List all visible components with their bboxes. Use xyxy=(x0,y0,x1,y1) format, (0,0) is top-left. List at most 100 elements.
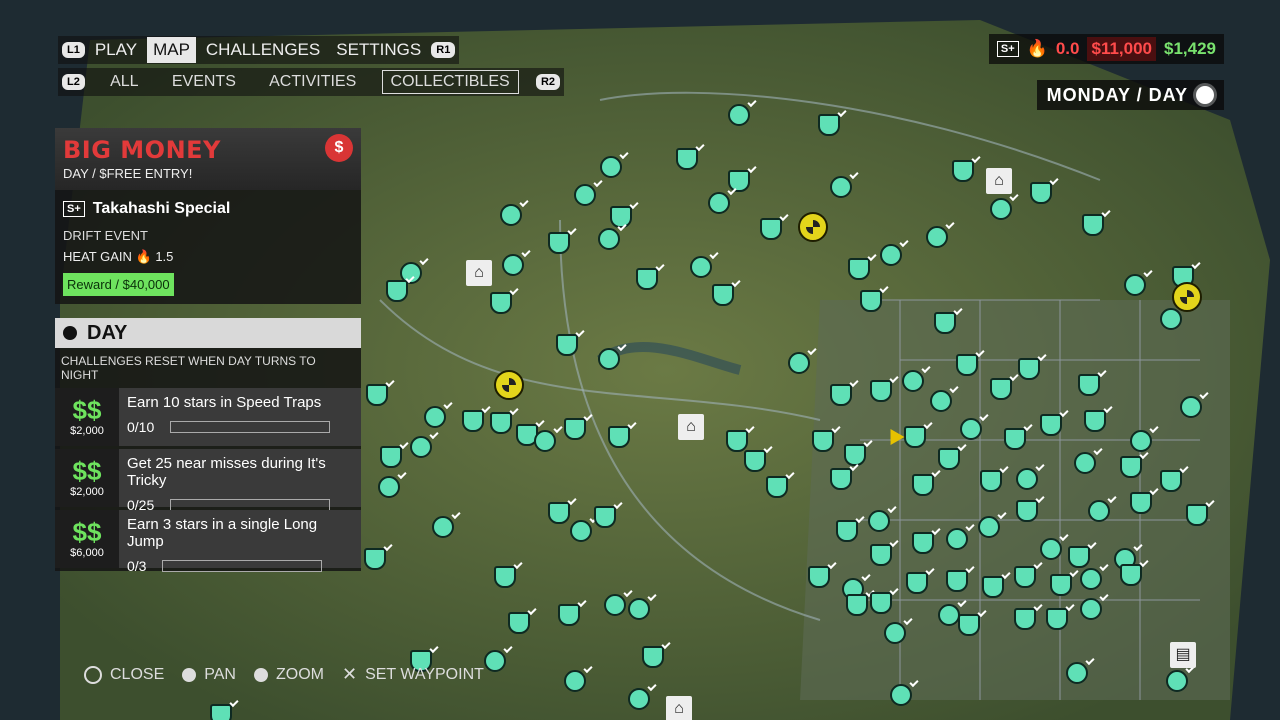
collectible-marker[interactable] xyxy=(548,502,570,524)
collectible-marker[interactable] xyxy=(364,548,386,570)
collectible-marker[interactable] xyxy=(980,470,1002,492)
collectible-marker[interactable] xyxy=(1016,500,1038,522)
collectible-marker[interactable] xyxy=(1186,504,1208,526)
collectible-marker[interactable] xyxy=(912,532,934,554)
collectible-marker[interactable] xyxy=(424,406,446,428)
collectible-marker[interactable] xyxy=(570,520,592,542)
collectible-marker[interactable] xyxy=(608,426,630,448)
collectible-marker[interactable] xyxy=(1018,358,1040,380)
close-hint[interactable]: CLOSE xyxy=(84,665,164,684)
collectible-marker[interactable] xyxy=(494,566,516,588)
collectible-marker[interactable] xyxy=(1088,500,1110,522)
garage-icon[interactable]: ▤ xyxy=(1170,642,1196,668)
collectible-marker[interactable] xyxy=(508,612,530,634)
collectible-marker[interactable] xyxy=(906,572,928,594)
collectible-marker[interactable] xyxy=(1046,608,1068,630)
collectible-marker[interactable] xyxy=(574,184,596,206)
collectible-marker[interactable] xyxy=(938,448,960,470)
collectible-marker[interactable] xyxy=(1084,410,1106,432)
collectible-marker[interactable] xyxy=(598,348,620,370)
collectible-marker[interactable] xyxy=(712,284,734,306)
collectible-marker[interactable] xyxy=(1160,470,1182,492)
collectible-marker[interactable] xyxy=(1180,396,1202,418)
collectible-marker[interactable] xyxy=(690,256,712,278)
collectible-marker[interactable] xyxy=(870,544,892,566)
collectible-marker[interactable] xyxy=(1040,414,1062,436)
collectible-marker[interactable] xyxy=(926,226,948,248)
collectible-marker[interactable] xyxy=(462,410,484,432)
collectible-marker[interactable] xyxy=(938,604,960,626)
collectible-marker[interactable] xyxy=(808,566,830,588)
collectible-marker[interactable] xyxy=(380,446,402,468)
collectible-marker[interactable] xyxy=(830,384,852,406)
collectible-marker[interactable] xyxy=(990,378,1012,400)
collectible-marker[interactable] xyxy=(902,370,924,392)
speed-trap-icon[interactable] xyxy=(494,370,524,400)
collectible-marker[interactable] xyxy=(890,684,912,706)
collectible-marker[interactable] xyxy=(500,204,522,226)
collectible-marker[interactable] xyxy=(958,614,980,636)
waypoint-hint[interactable]: ✕ SET WAYPOINT xyxy=(342,664,484,685)
safehouse-icon[interactable]: ⌂ xyxy=(986,168,1012,194)
safehouse-icon[interactable]: ⌂ xyxy=(678,414,704,440)
collectible-marker[interactable] xyxy=(558,604,580,626)
safehouse-icon[interactable]: ⌂ xyxy=(466,260,492,286)
collectible-marker[interactable] xyxy=(934,312,956,334)
collectible-marker[interactable] xyxy=(726,430,748,452)
collectible-marker[interactable] xyxy=(1004,428,1026,450)
collectible-marker[interactable] xyxy=(952,160,974,182)
filter-collectibles[interactable]: COLLECTIBLES xyxy=(381,70,519,94)
collectible-marker[interactable] xyxy=(930,390,952,412)
collectible-marker[interactable] xyxy=(642,646,664,668)
collectible-marker[interactable] xyxy=(870,592,892,614)
collectible-marker[interactable] xyxy=(1160,308,1182,330)
collectible-marker[interactable] xyxy=(848,258,870,280)
r2-button-hint[interactable]: R2 xyxy=(535,74,560,90)
collectible-marker[interactable] xyxy=(744,450,766,472)
collectible-marker[interactable] xyxy=(1120,456,1142,478)
collectible-marker[interactable] xyxy=(366,384,388,406)
filter-events[interactable]: EVENTS xyxy=(164,71,244,93)
collectible-marker[interactable] xyxy=(564,418,586,440)
collectible-marker[interactable] xyxy=(946,570,968,592)
tab-map[interactable]: MAP xyxy=(147,37,196,63)
collectible-marker[interactable] xyxy=(978,516,1000,538)
collectible-marker[interactable] xyxy=(830,468,852,490)
collectible-marker[interactable] xyxy=(378,476,400,498)
filter-all[interactable]: ALL xyxy=(102,71,146,93)
collectible-marker[interactable] xyxy=(534,430,556,452)
collectible-marker[interactable] xyxy=(1166,670,1188,692)
collectible-marker[interactable] xyxy=(1130,430,1152,452)
collectible-marker[interactable] xyxy=(880,244,902,266)
collectible-marker[interactable] xyxy=(636,268,658,290)
tab-play[interactable]: PLAY xyxy=(89,37,143,63)
collectible-marker[interactable] xyxy=(956,354,978,376)
collectible-marker[interactable] xyxy=(1030,182,1052,204)
collectible-marker[interactable] xyxy=(788,352,810,374)
pan-hint[interactable]: PAN xyxy=(182,666,236,684)
collectible-marker[interactable] xyxy=(912,474,934,496)
collectible-marker[interactable] xyxy=(600,156,622,178)
collectible-marker[interactable] xyxy=(904,426,926,448)
collectible-marker[interactable] xyxy=(708,192,730,214)
filter-activities[interactable]: ACTIVITIES xyxy=(261,71,364,93)
collectible-marker[interactable] xyxy=(1068,546,1090,568)
collectible-marker[interactable] xyxy=(846,594,868,616)
collectible-marker[interactable] xyxy=(1124,274,1146,296)
collectible-marker[interactable] xyxy=(870,380,892,402)
collectible-marker[interactable] xyxy=(490,292,512,314)
collectible-marker[interactable] xyxy=(564,670,586,692)
collectible-marker[interactable] xyxy=(502,254,524,276)
collectible-marker[interactable] xyxy=(1080,568,1102,590)
collectible-marker[interactable] xyxy=(1016,468,1038,490)
collectible-marker[interactable] xyxy=(210,704,232,720)
collectible-marker[interactable] xyxy=(960,418,982,440)
collectible-marker[interactable] xyxy=(812,430,834,452)
collectible-marker[interactable] xyxy=(676,148,698,170)
collectible-marker[interactable] xyxy=(1066,662,1088,684)
tab-settings[interactable]: SETTINGS xyxy=(330,37,427,63)
event-card[interactable]: BIG MONEY DAY / $FREE ENTRY! $ S+ Takaha… xyxy=(55,128,361,304)
collectible-marker[interactable] xyxy=(1078,374,1100,396)
l2-button-hint[interactable]: L2 xyxy=(62,74,85,90)
collectible-marker[interactable] xyxy=(628,688,650,710)
